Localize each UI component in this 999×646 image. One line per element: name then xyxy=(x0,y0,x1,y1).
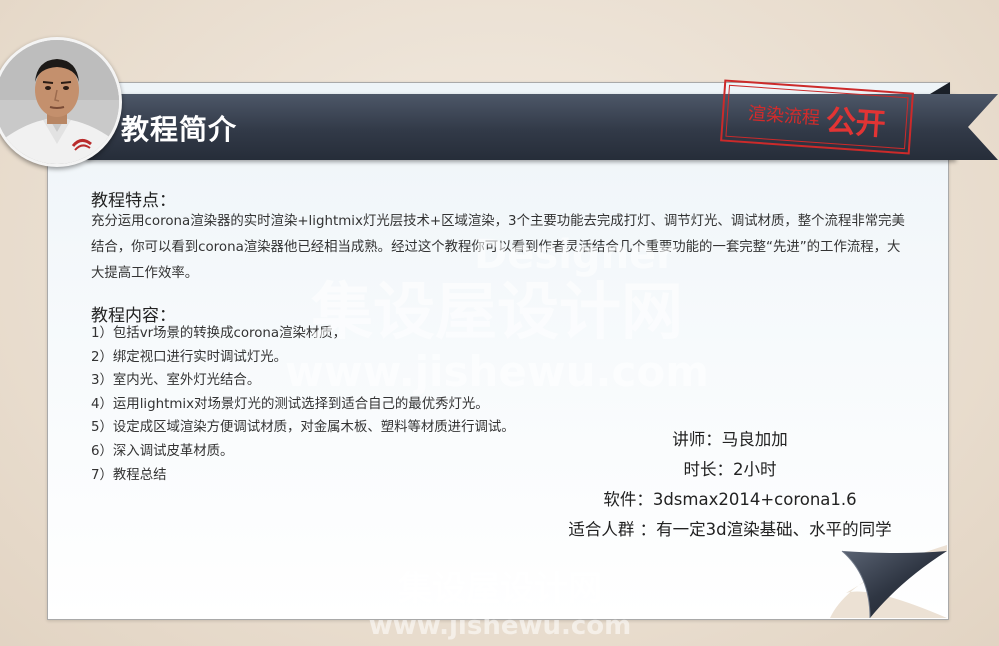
software-line: 软件：3dsmax2014+corona1.6 xyxy=(603,490,857,509)
stamp-text: 渲染流程 xyxy=(747,103,821,130)
stamp-big-text: 公开 xyxy=(824,103,887,143)
list-item: 7）教程总结 xyxy=(91,467,167,483)
lecturer-line: 讲师：马良加加 xyxy=(672,430,788,449)
open-stamp: 渲染流程 公开 xyxy=(720,79,914,155)
audience-line: 适合人群 ：有一定3d渲染基础、水平的同学 xyxy=(568,520,892,539)
contents-list: 1）包括vr场景的转换成corona渲染材质， 2）绑定视口进行实时调试灯光。 … xyxy=(91,322,515,487)
list-item: 3）室内光、室外灯光结合。 xyxy=(91,373,261,389)
page-title: 教程简介 xyxy=(121,113,238,146)
list-item: 2）绑定视口进行实时调试灯光。 xyxy=(91,349,287,365)
duration-line: 时长：2小时 xyxy=(683,460,777,479)
list-item: 5）设定成区域渲染方便调试材质，对金属木板、塑料等材质进行调试。 xyxy=(91,420,515,436)
list-item: 1）包括vr场景的转换成corona渲染材质， xyxy=(91,326,347,341)
features-heading: 教程特点： xyxy=(91,191,176,211)
ribbon-tail xyxy=(930,94,998,160)
features-text: 充分运用corona渲染器的实时渲染+lightmix灯光层技术+区域渲染，3个… xyxy=(91,214,905,281)
list-item: 6）深入调试皮革材质。 xyxy=(91,443,234,459)
person-icon xyxy=(0,40,119,164)
course-info: 讲师：马良加加 时长：2小时 软件：3dsmax2014+corona1.6 适… xyxy=(520,425,940,545)
list-item: 4）运用lightmix对场景灯光的测试选择到适合自己的最优秀灯光。 xyxy=(91,396,489,412)
